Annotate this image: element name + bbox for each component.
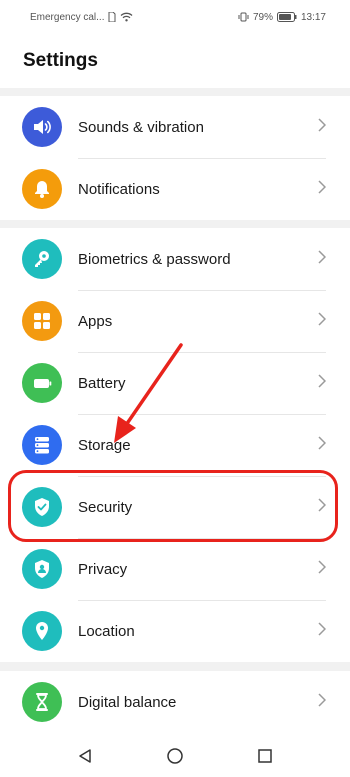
- settings-item-storage[interactable]: Storage: [0, 414, 350, 476]
- key-icon: [22, 239, 62, 279]
- settings-item-digital-balance[interactable]: Digital balance: [0, 671, 350, 733]
- settings-item-label: Storage: [78, 436, 131, 454]
- settings-item-location[interactable]: Location: [0, 600, 350, 662]
- settings-item-label: Location: [78, 622, 135, 640]
- settings-item-label: Privacy: [78, 560, 128, 578]
- settings-item-label: Battery: [78, 374, 126, 392]
- vibrate-icon: [238, 12, 249, 22]
- carrier-text: Emergency cal...: [30, 11, 105, 23]
- settings-item-biometrics[interactable]: Biometrics & password: [0, 228, 350, 290]
- chevron-right-icon: [318, 497, 327, 517]
- speaker-icon: [22, 107, 62, 147]
- hourglass-icon: [22, 682, 62, 722]
- settings-item-label: Security: [78, 498, 133, 516]
- settings-item-notifications[interactable]: Notifications: [0, 158, 350, 220]
- sim-icon: [108, 12, 116, 22]
- navigation-bar: [0, 735, 350, 777]
- settings-item-label: Notifications: [78, 180, 160, 198]
- clock: 13:17: [300, 11, 326, 23]
- settings-item-battery[interactable]: Battery: [0, 352, 350, 414]
- group-separator: [0, 88, 350, 96]
- settings-item-label: Biometrics & password: [78, 250, 231, 268]
- privacy-shield-icon: [22, 549, 62, 589]
- chevron-right-icon: [318, 692, 327, 712]
- bell-icon: [22, 169, 62, 209]
- shield-check-icon: [22, 487, 62, 527]
- back-icon[interactable]: [70, 741, 100, 771]
- chevron-right-icon: [318, 621, 327, 641]
- storage-icon: [22, 425, 62, 465]
- settings-item-privacy[interactable]: Privacy: [0, 538, 350, 600]
- apps-grid-icon: [22, 301, 62, 341]
- settings-item-security[interactable]: Security: [0, 476, 350, 538]
- home-icon[interactable]: [160, 741, 190, 771]
- settings-item-apps[interactable]: Apps: [0, 290, 350, 352]
- status-bar: Emergency cal... 79% 13:17: [0, 0, 350, 34]
- chevron-right-icon: [318, 311, 327, 331]
- chevron-right-icon: [318, 435, 327, 455]
- location-pin-icon: [22, 611, 62, 651]
- settings-item-label: Apps: [78, 312, 113, 330]
- group-separator: [0, 662, 350, 671]
- chevron-right-icon: [318, 559, 327, 579]
- settings-item-label: Sounds & vibration: [78, 118, 204, 136]
- settings-item-sounds[interactable]: Sounds & vibration: [0, 96, 350, 158]
- chevron-right-icon: [318, 117, 327, 137]
- page-title: Settings: [23, 50, 98, 71]
- chevron-right-icon: [318, 373, 327, 393]
- group-separator: [0, 220, 350, 228]
- wifi-icon: [120, 12, 133, 22]
- battery-status-icon: [276, 12, 297, 22]
- settings-item-label: Digital balance: [78, 693, 177, 711]
- battery-percent: 79%: [252, 11, 273, 23]
- battery-icon: [22, 363, 62, 403]
- chevron-right-icon: [318, 179, 327, 199]
- recents-icon[interactable]: [250, 741, 280, 771]
- chevron-right-icon: [318, 249, 327, 269]
